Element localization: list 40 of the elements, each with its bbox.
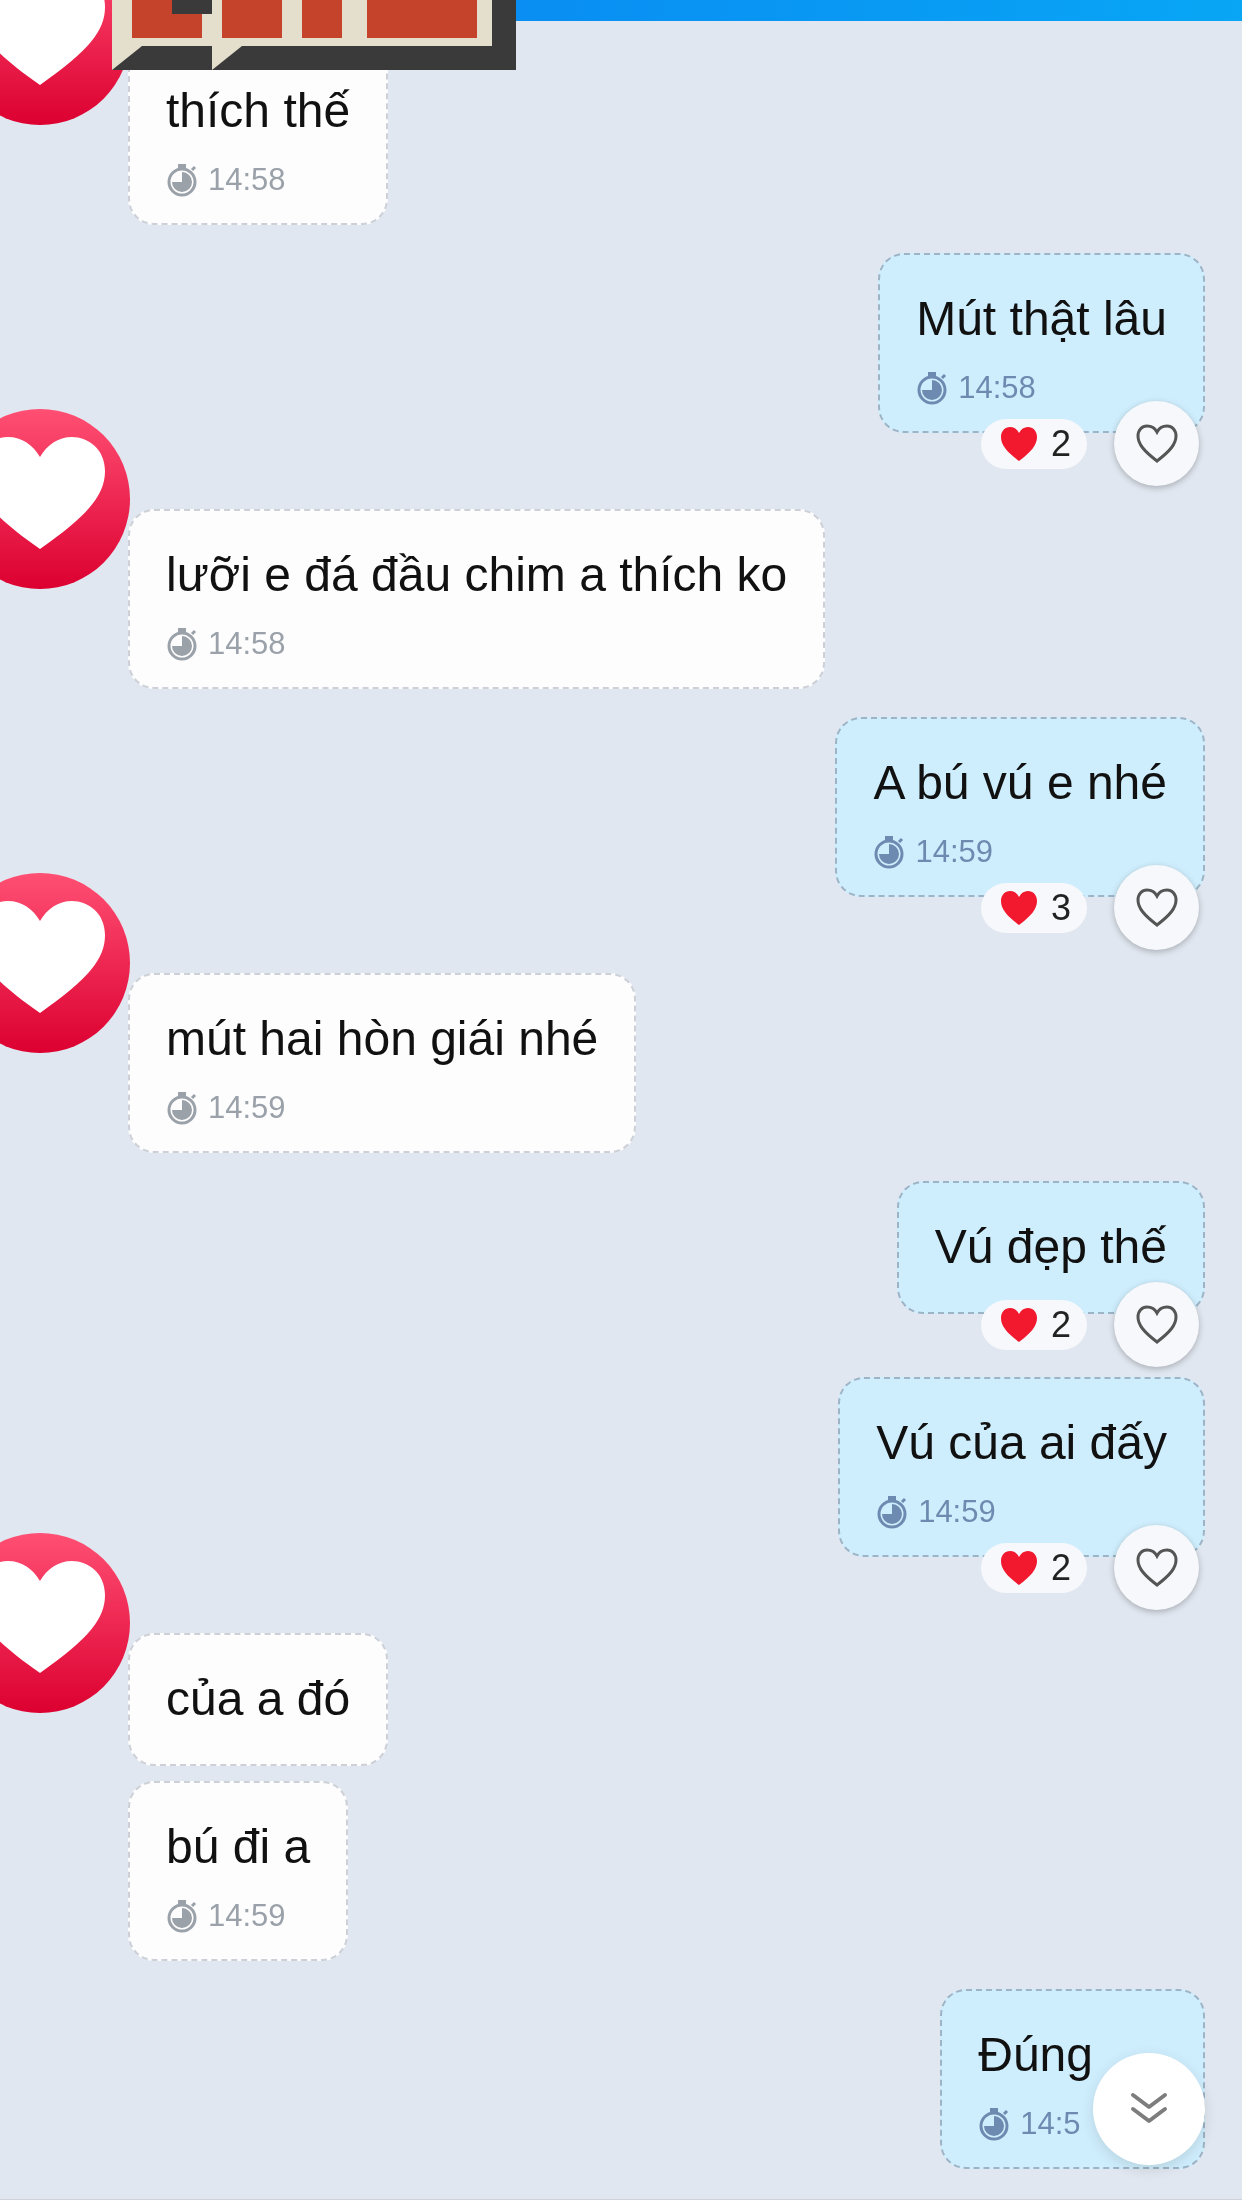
message-time: 14:59 — [915, 833, 993, 871]
message-text: lưỡi e đá đầu chim a thích ko — [166, 547, 788, 603]
message-time: 14:58 — [958, 369, 1036, 407]
message-time: 14:59 — [208, 1897, 286, 1935]
message-text: Mút thật lâu — [916, 291, 1167, 347]
like-button[interactable] — [1114, 865, 1199, 950]
heart-icon — [998, 1306, 1039, 1344]
heart-outline-icon — [1134, 1304, 1179, 1345]
reaction-count: 3 — [1050, 887, 1071, 929]
message-time: 14:58 — [208, 625, 286, 663]
message-text: mút hai hòn giái nhé — [166, 1011, 599, 1067]
timer-icon — [166, 1899, 198, 1933]
message-text: Vú đẹp thế — [934, 1219, 1167, 1275]
message-text: của a đó — [166, 1671, 351, 1727]
timer-icon — [166, 1091, 198, 1125]
timer-icon — [166, 163, 198, 197]
timer-icon — [978, 2107, 1011, 2141]
timer-icon — [876, 1495, 909, 1529]
message-text: Đúng — [978, 2027, 1093, 2083]
heart-icon — [998, 425, 1039, 463]
heart-icon — [998, 1549, 1039, 1587]
heart-outline-icon — [1134, 887, 1179, 928]
timer-icon — [166, 627, 198, 661]
heart-icon — [998, 889, 1039, 927]
reaction-count: 2 — [1050, 1547, 1071, 1589]
heart-outline-icon — [1134, 423, 1179, 464]
message-time: 14:59 — [918, 1493, 996, 1531]
message-text: thích thế — [166, 83, 351, 139]
timer-icon — [916, 371, 949, 405]
message-text: bú đi a — [166, 1819, 311, 1875]
message-time: 14:5 — [1020, 2105, 1081, 2143]
message-time: 14:58 — [208, 161, 286, 199]
message-time: 14:59 — [208, 1089, 286, 1127]
message-text: Vú của ai đấy — [876, 1415, 1167, 1471]
heart-outline-icon — [1134, 1547, 1179, 1588]
timer-icon — [873, 835, 906, 869]
reaction-count: 2 — [1050, 423, 1071, 465]
reaction-count: 2 — [1050, 1304, 1071, 1346]
message-text: A bú vú e nhé — [873, 755, 1167, 811]
like-button[interactable] — [1114, 1282, 1199, 1367]
